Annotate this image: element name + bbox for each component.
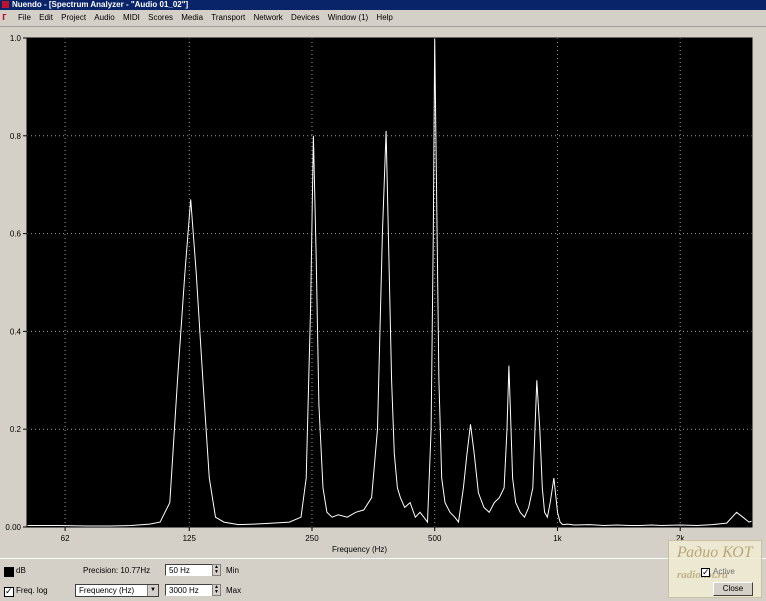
menu-media[interactable]: Media <box>178 10 206 26</box>
menu-project[interactable]: Project <box>58 10 89 26</box>
radiokot-watermark: Радио КОТ radiokot.ru Active Close <box>668 540 762 598</box>
x-tick-label: 125 <box>183 534 197 543</box>
x-tick-label: 500 <box>428 534 442 543</box>
title-bar: Nuendo - [Spectrum Analyzer - "Audio 01_… <box>0 0 766 10</box>
max-frequency-spinner[interactable]: ▲ ▼ <box>212 584 221 596</box>
y-tick-label: 0.8 <box>10 132 22 141</box>
precision-label: Precision: 10.77Hz <box>83 566 151 575</box>
window-title: Nuendo - [Spectrum Analyzer - "Audio 01_… <box>12 0 189 9</box>
menu-help[interactable]: Help <box>373 10 395 26</box>
spin-down-icon[interactable]: ▼ <box>213 570 220 575</box>
freq-log-checkbox[interactable] <box>4 586 14 597</box>
menu-window[interactable]: Window (1) <box>325 10 371 26</box>
unit-select-value: Frequency (Hz) <box>79 586 135 595</box>
spectrum-chart: 0.000.20.40.60.81.062 125 250 500 1k 2kFreque… <box>5 34 753 554</box>
freq-log-label: Freq. log <box>16 586 48 595</box>
db-label: dB <box>16 566 26 575</box>
menu-edit[interactable]: Edit <box>36 10 56 26</box>
x-axis-label: Frequency (Hz) <box>332 545 387 554</box>
close-button[interactable]: Close <box>713 582 753 596</box>
menu-items: File Edit Project Audio MIDI Scores Medi… <box>15 10 396 26</box>
menu-devices[interactable]: Devices <box>288 10 322 26</box>
y-tick-label: 0.4 <box>10 327 22 336</box>
y-tick-label: 0.00 <box>5 523 21 532</box>
menu-file[interactable]: File <box>15 10 34 26</box>
y-tick-label: 1.0 <box>10 34 22 43</box>
x-tick-label: 1k <box>553 534 562 543</box>
active-checkbox[interactable] <box>701 567 710 577</box>
menu-bar: ᴦ File Edit Project Audio MIDI Scores Me… <box>0 10 766 27</box>
menu-midi[interactable]: MIDI <box>120 10 143 26</box>
x-tick-label: 250 <box>305 534 319 543</box>
active-label: Active <box>713 567 735 576</box>
min-frequency-spinner[interactable]: ▲ ▼ <box>212 564 221 576</box>
menu-audio[interactable]: Audio <box>91 10 117 26</box>
unit-select[interactable]: Frequency (Hz) ▼ <box>75 584 159 597</box>
min-label: Min <box>226 566 239 575</box>
chevron-down-icon[interactable]: ▼ <box>147 585 158 596</box>
max-frequency-field[interactable]: 3000 Hz <box>165 584 213 596</box>
db-checkbox[interactable] <box>4 567 14 577</box>
nuendo-logo-icon: ᴦ <box>2 11 7 23</box>
spin-down-icon[interactable]: ▼ <box>213 590 220 595</box>
y-tick-label: 0.2 <box>10 425 22 434</box>
max-label: Max <box>226 586 242 595</box>
menu-network[interactable]: Network <box>250 10 285 26</box>
watermark-top-text: Радио КОТ <box>677 544 753 561</box>
spectrum-plot-frame: 0.00 0.2 0.4 0.6 0.8 1.0 62 125 250 500 1k 2k Freque… <box>0 27 766 558</box>
min-frequency-field[interactable]: 50 Hz <box>165 564 213 576</box>
controls-panel: dB Freq. log Precision: 10.77Hz 50 Hz ▲▼… <box>0 558 766 601</box>
app-icon <box>2 1 9 8</box>
menu-scores[interactable]: Scores <box>145 10 176 26</box>
menu-transport[interactable]: Transport <box>208 10 248 26</box>
y-tick-label: 0.6 <box>10 230 22 239</box>
x-tick-label: 62 <box>61 534 70 543</box>
